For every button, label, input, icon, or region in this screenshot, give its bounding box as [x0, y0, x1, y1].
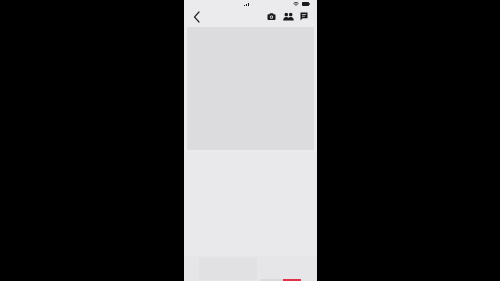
people-icon[interactable]: [283, 12, 294, 21]
status-bar: [184, 0, 317, 8]
content-area: [184, 152, 317, 262]
top-toolbar: [184, 8, 317, 26]
camera-icon[interactable]: [267, 12, 276, 21]
battery-icon: [302, 2, 310, 6]
chat-icon[interactable]: [300, 12, 308, 21]
thumbnail-strip: [199, 258, 257, 280]
media-placeholder[interactable]: [187, 27, 314, 150]
signal-icon: [244, 3, 249, 6]
wifi-icon: [293, 2, 299, 6]
phone-screen: [184, 0, 317, 281]
back-icon[interactable]: [192, 11, 202, 23]
